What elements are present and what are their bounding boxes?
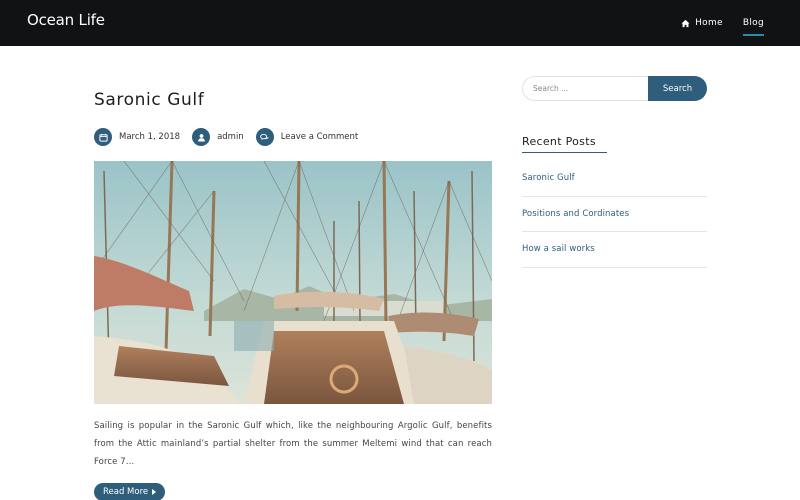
post-date-label: March 1, 2018	[119, 132, 181, 142]
main-nav: Home Blog	[681, 0, 765, 46]
home-icon	[681, 19, 690, 27]
nav-blog-link[interactable]: Blog	[742, 18, 765, 36]
nav-home-label: Home	[695, 18, 723, 28]
read-more-label: Read More	[103, 487, 149, 497]
post-meta: March 1, 2018 admin Leave a Comment	[94, 128, 358, 146]
list-item: Positions and Cordinates	[522, 197, 707, 232]
site-brand[interactable]: Ocean Life	[27, 11, 105, 29]
post-date[interactable]: March 1, 2018	[94, 128, 180, 146]
comments-icon	[255, 128, 274, 146]
recent-post-link[interactable]: How a sail works	[522, 244, 595, 254]
recent-posts-list: Saronic Gulf Positions and Cordinates Ho…	[522, 161, 707, 268]
recent-posts-title: Recent Posts	[522, 135, 596, 148]
calendar-icon	[94, 128, 112, 146]
search-button[interactable]: Search	[648, 76, 707, 101]
list-item: Saronic Gulf	[522, 161, 707, 197]
post-comments[interactable]: Leave a Comment	[255, 128, 359, 146]
post-comments-label: Leave a Comment	[280, 132, 359, 142]
post-excerpt: Sailing is popular in the Saronic Gulf w…	[94, 421, 492, 467]
nav-home-link[interactable]: Home	[681, 18, 723, 28]
user-icon	[192, 128, 211, 146]
caret-right-icon	[152, 489, 157, 495]
post-author-label: admin	[217, 132, 244, 142]
nav-blog-label: Blog	[742, 18, 764, 28]
post-featured-image[interactable]	[94, 161, 492, 404]
sidebar-search: Search	[522, 76, 707, 101]
search-input[interactable]	[522, 76, 648, 101]
recent-post-link[interactable]: Saronic Gulf	[522, 173, 575, 183]
recent-post-link[interactable]: Positions and Cordinates	[522, 209, 629, 219]
post-title[interactable]: Saronic Gulf	[94, 90, 204, 110]
read-more-button[interactable]: Read More	[94, 483, 166, 500]
list-item: How a sail works	[522, 232, 707, 268]
recent-posts-underline	[522, 152, 607, 153]
top-navbar: Ocean Life Home Blog	[0, 0, 800, 46]
post-author[interactable]: admin	[192, 128, 244, 146]
